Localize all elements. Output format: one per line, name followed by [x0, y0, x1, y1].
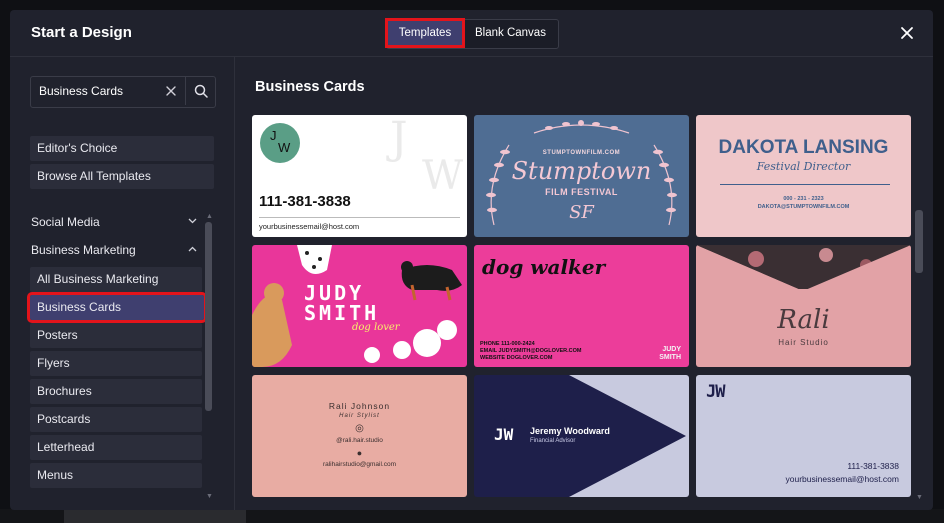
card-phone: 111-381-3838 — [847, 461, 899, 471]
sidebar-item-menus[interactable]: Menus — [30, 463, 202, 488]
card-email: yourbusinessemail@host.com — [259, 222, 360, 231]
card-handle: @rali.hair.studio — [336, 437, 383, 444]
clear-search-button[interactable] — [163, 83, 179, 99]
sidebar-item-all-business-marketing[interactable]: All Business Marketing — [30, 267, 202, 292]
instagram-icon: ◎ — [355, 423, 364, 434]
sidebar-item-flyers[interactable]: Flyers — [30, 351, 202, 376]
card-tagline: dog lover — [352, 322, 400, 333]
card-email: DAKOTA@STUMPTOWNFILM.COM — [757, 204, 850, 210]
card-name: DAKOTA LANSING — [718, 137, 889, 158]
sidebar-scrollbar[interactable] — [205, 222, 212, 411]
divider — [259, 217, 460, 218]
card-name: Jeremy Woodward — [530, 426, 610, 436]
divider — [720, 184, 890, 185]
email-icon: ● — [356, 448, 363, 458]
watermark-j: J — [390, 115, 408, 164]
card-role: Festival Director — [756, 160, 851, 173]
card-name: Rali Johnson — [328, 401, 391, 411]
search-box — [30, 76, 216, 108]
card-logo: JW — [494, 425, 514, 444]
tab-group: Templates Blank Canvas — [385, 18, 559, 49]
template-card-rali-studio[interactable]: Rali Hair Studio — [696, 245, 911, 367]
tab-templates[interactable]: Templates — [385, 18, 465, 48]
card-phone: PHONE 111-000-2424 — [480, 341, 535, 347]
section-business-marketing[interactable]: Business Marketing — [31, 243, 197, 261]
card-name-last: SMITH — [659, 354, 681, 361]
clear-icon — [166, 86, 176, 96]
template-card-jw-white[interactable]: J W J W 111-381-3838 yourbusinessemail@h… — [252, 115, 467, 237]
card-email: yourbusinessemail@host.com — [785, 474, 899, 484]
card-role: Financial Advisor — [530, 438, 576, 444]
card-website: WEBSITE DOGLOVER.COM — [480, 355, 553, 361]
gallery-scroll-down-arrow[interactable]: ▼ — [915, 494, 924, 502]
template-card-judy-smith[interactable]: JUDY SMITH dog lover — [252, 245, 467, 367]
modal-title: Start a Design — [31, 24, 132, 41]
section-label: Business Marketing — [31, 243, 136, 257]
template-card-dog-walker[interactable]: dog walker PHONE 111-000-2424 EMAIL JUDY… — [474, 245, 689, 367]
gallery-scrollbar[interactable] — [915, 210, 923, 273]
template-card-rali-johnson[interactable]: Rali Johnson Hair Stylist ◎ @rali.hair.s… — [252, 375, 467, 497]
card-role: Hair Stylist — [339, 413, 380, 419]
scroll-down-arrow[interactable]: ▼ — [205, 493, 214, 501]
close-button[interactable] — [897, 23, 917, 43]
card-brand: Stumptown — [511, 157, 652, 185]
chevron-up-icon — [188, 244, 197, 255]
modal-header: Start a Design Templates Blank Canvas — [10, 10, 933, 57]
sidebar-item-brochures[interactable]: Brochures — [30, 379, 202, 404]
sidebar: Editor's Choice Browse All Templates Soc… — [10, 57, 235, 510]
card-logo: JW — [706, 382, 726, 402]
section-social-media[interactable]: Social Media — [31, 215, 197, 233]
card-url: STUMPTOWNFILM.COM — [542, 150, 621, 156]
card-name: Rali — [777, 305, 830, 335]
template-gallery: Business Cards J W J W 111-381-3838 your… — [235, 57, 933, 510]
card-subtitle: FILM FESTIVAL — [545, 187, 618, 197]
watermark-w: W — [422, 153, 464, 199]
monogram-w: W — [278, 140, 291, 155]
monogram-j: J — [270, 128, 277, 143]
template-card-jw-lavender[interactable]: JW 111-381-3838 yourbusinessemail@host.c… — [696, 375, 911, 497]
card-phone: 111-381-3838 — [259, 193, 351, 210]
template-card-jeremy-woodward[interactable]: JW Jeremy Woodward Financial Advisor — [474, 375, 689, 497]
sidebar-item-editors-choice[interactable]: Editor's Choice — [30, 136, 214, 161]
card-subtitle: Hair Studio — [778, 338, 829, 347]
card-title: dog walker — [482, 255, 606, 279]
card-email: ralihairstudio@gmail.com — [322, 461, 397, 468]
card-mark: SF — [569, 202, 594, 223]
card-phone: 000 - 231 - 2323 — [783, 196, 824, 202]
section-label: Social Media — [31, 215, 100, 229]
start-design-modal: Start a Design Templates Blank Canvas Ed… — [10, 10, 933, 510]
card-email: EMAIL JUDYSMITH@DOGLOVER.COM — [480, 348, 582, 354]
gallery-title: Business Cards — [255, 79, 365, 95]
template-card-stumptown[interactable]: STUMPTOWNFILM.COM Stumptown FILM FESTIVA… — [474, 115, 689, 237]
sidebar-item-postcards[interactable]: Postcards — [30, 407, 202, 432]
floral-header — [696, 245, 911, 291]
sidebar-item-browse-all[interactable]: Browse All Templates — [30, 164, 214, 189]
sidebar-item-business-cards[interactable]: Business Cards — [27, 292, 207, 323]
sidebar-item-letterhead[interactable]: Letterhead — [30, 435, 202, 460]
search-input[interactable] — [39, 77, 159, 105]
chevron-down-icon — [188, 216, 197, 227]
search-button[interactable] — [185, 77, 216, 105]
search-icon — [194, 84, 208, 98]
scroll-up-arrow[interactable]: ▲ — [205, 213, 214, 221]
tab-blank-canvas[interactable]: Blank Canvas — [463, 20, 558, 46]
monogram-circle: J W — [260, 123, 300, 163]
card-name-first: JUDY — [662, 346, 681, 353]
template-card-dakota[interactable]: DAKOTA LANSING Festival Director 000 - 2… — [696, 115, 911, 237]
sidebar-item-posters[interactable]: Posters — [30, 323, 202, 348]
backdrop-image — [64, 510, 246, 523]
close-icon — [901, 27, 913, 39]
